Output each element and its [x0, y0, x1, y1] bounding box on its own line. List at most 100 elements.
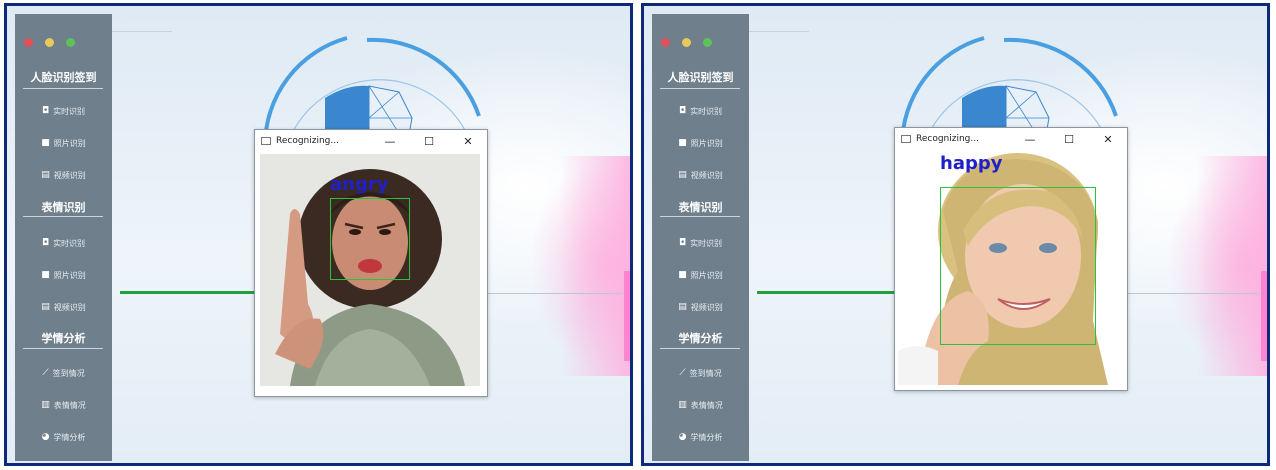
- folder-icon: ■: [41, 138, 50, 148]
- film-icon: ▤: [678, 170, 687, 180]
- sidebar-item-label: 实时识别: [53, 238, 86, 248]
- sidebar-item-face-video[interactable]: ▤ 视频识别: [15, 165, 112, 185]
- app-icon: [901, 135, 911, 143]
- divider: [23, 88, 103, 89]
- sidebar-item-expression-video[interactable]: ▤ 视频识别: [15, 297, 112, 317]
- window-title: Recognizing...: [916, 134, 979, 144]
- close-button[interactable]: ✕: [1095, 128, 1121, 150]
- recognizing-window: Recognizing... — ☐ ✕ happy: [894, 127, 1128, 391]
- screenshot-happy: 人脸识别签到 ◘ 实时识别 ■ 照片识别 ▤ 视频识别 表情识别 ◘ 实时识别 …: [641, 3, 1270, 466]
- divider: [660, 348, 740, 349]
- decorative-line: [749, 31, 809, 32]
- sidebar-item-checkin-status[interactable]: ⟋ 签到情况: [15, 363, 112, 383]
- maximize-dot-icon[interactable]: [703, 38, 712, 47]
- film-icon: ▤: [41, 170, 50, 180]
- sidebar-item-label: 视频识别: [53, 302, 86, 312]
- sidebar-item-label: 学情分析: [53, 432, 86, 442]
- minimize-dot-icon[interactable]: [682, 38, 691, 47]
- decorative-edge-bar: [624, 271, 630, 361]
- sidebar-item-expression-realtime[interactable]: ◘ 实时识别: [652, 233, 749, 253]
- sidebar-item-expression-video[interactable]: ▤ 视频识别: [652, 297, 749, 317]
- app-icon: [261, 137, 271, 145]
- face-bounding-box: [330, 198, 410, 280]
- sidebar-item-checkin-status[interactable]: ⟋ 签到情况: [652, 363, 749, 383]
- decorative-glow: [560, 156, 630, 376]
- recognition-frame: angry: [260, 154, 480, 386]
- sidebar-item-face-realtime[interactable]: ◘ 实时识别: [15, 101, 112, 121]
- sidebar-item-learning-analysis[interactable]: ◕ 学情分析: [15, 427, 112, 447]
- sidebar-item-label: 视频识别: [53, 170, 86, 180]
- sidebar-item-label: 签到情况: [689, 368, 722, 378]
- bar-chart-icon: ▥: [41, 400, 50, 410]
- section-title-face-checkin: 人脸识别签到: [667, 71, 734, 84]
- divider: [660, 216, 740, 217]
- close-button[interactable]: ✕: [455, 130, 481, 152]
- window-titlebar: Recognizing... — ☐ ✕: [255, 130, 487, 152]
- sidebar-item-learning-analysis[interactable]: ◕ 学情分析: [652, 427, 749, 447]
- minimize-button[interactable]: —: [1017, 128, 1043, 150]
- sidebar-item-label: 表情情况: [690, 400, 723, 410]
- film-icon: ▤: [41, 302, 50, 312]
- sidebar: 人脸识别签到 ◘ 实时识别 ■ 照片识别 ▤ 视频识别 表情识别 ◘ 实时识别 …: [15, 14, 112, 461]
- film-icon: ▤: [678, 302, 687, 312]
- section-title-face-checkin: 人脸识别签到: [30, 71, 97, 84]
- progress-line: [120, 291, 260, 294]
- camera-icon: ◘: [678, 238, 687, 248]
- minimize-dot-icon[interactable]: [45, 38, 54, 47]
- camera-icon: ◘: [41, 238, 50, 248]
- sidebar-item-label: 实时识别: [690, 106, 723, 116]
- section-title-expression: 表情识别: [678, 201, 723, 214]
- sidebar-item-expression-status[interactable]: ▥ 表情情况: [15, 395, 112, 415]
- sidebar-item-expression-photo[interactable]: ■ 照片识别: [15, 265, 112, 285]
- line-chart-icon: ⟋: [679, 368, 686, 378]
- recognition-frame: happy: [898, 151, 1120, 385]
- screenshot-angry: 人脸识别签到 ◘ 实时识别 ■ 照片识别 ▤ 视频识别 表情识别 ◘ 实时识别 …: [4, 3, 633, 466]
- folder-icon: ■: [678, 270, 687, 280]
- sidebar-item-label: 照片识别: [53, 138, 86, 148]
- emotion-label: angry: [330, 174, 389, 195]
- decorative-line: [112, 31, 172, 32]
- close-dot-icon[interactable]: [24, 38, 33, 47]
- sidebar-item-face-photo[interactable]: ■ 照片识别: [15, 133, 112, 153]
- sidebar-item-face-realtime[interactable]: ◘ 实时识别: [652, 101, 749, 121]
- maximize-dot-icon[interactable]: [66, 38, 75, 47]
- close-dot-icon[interactable]: [661, 38, 670, 47]
- sidebar-item-expression-realtime[interactable]: ◘ 实时识别: [15, 233, 112, 253]
- pie-chart-icon: ◕: [41, 432, 50, 442]
- line-chart-icon: ⟋: [42, 368, 49, 378]
- sidebar-item-label: 实时识别: [690, 238, 723, 248]
- sidebar-item-label: 照片识别: [53, 270, 86, 280]
- sidebar-item-label: 签到情况: [52, 368, 85, 378]
- divider: [23, 348, 103, 349]
- camera-icon: ◘: [41, 106, 50, 116]
- bar-chart-icon: ▥: [678, 400, 687, 410]
- camera-icon: ◘: [678, 106, 687, 116]
- folder-icon: ■: [678, 138, 687, 148]
- sidebar-item-expression-photo[interactable]: ■ 照片识别: [652, 265, 749, 285]
- window-title: Recognizing...: [276, 136, 339, 146]
- section-title-expression: 表情识别: [41, 201, 86, 214]
- section-title-learning-analysis: 学情分析: [41, 332, 86, 345]
- sidebar-item-label: 照片识别: [690, 270, 723, 280]
- section-title-learning-analysis: 学情分析: [678, 332, 723, 345]
- face-bounding-box: [940, 187, 1096, 345]
- maximize-button[interactable]: ☐: [416, 130, 442, 152]
- minimize-button[interactable]: —: [377, 130, 403, 152]
- progress-line: [757, 291, 897, 294]
- sidebar-item-expression-status[interactable]: ▥ 表情情况: [652, 395, 749, 415]
- sidebar-item-face-photo[interactable]: ■ 照片识别: [652, 133, 749, 153]
- window-titlebar: Recognizing... — ☐ ✕: [895, 128, 1127, 150]
- sidebar-item-label: 表情情况: [53, 400, 86, 410]
- sidebar-item-face-video[interactable]: ▤ 视频识别: [652, 165, 749, 185]
- decorative-glow: [1197, 156, 1267, 376]
- divider: [23, 216, 103, 217]
- sidebar: 人脸识别签到 ◘ 实时识别 ■ 照片识别 ▤ 视频识别 表情识别 ◘ 实时识别 …: [652, 14, 749, 461]
- recognizing-window: Recognizing... — ☐ ✕ angry: [254, 129, 488, 397]
- folder-icon: ■: [41, 270, 50, 280]
- sidebar-item-label: 学情分析: [690, 432, 723, 442]
- divider: [660, 88, 740, 89]
- decorative-edge-bar: [1261, 271, 1267, 361]
- pie-chart-icon: ◕: [678, 432, 687, 442]
- maximize-button[interactable]: ☐: [1056, 128, 1082, 150]
- sidebar-item-label: 照片识别: [690, 138, 723, 148]
